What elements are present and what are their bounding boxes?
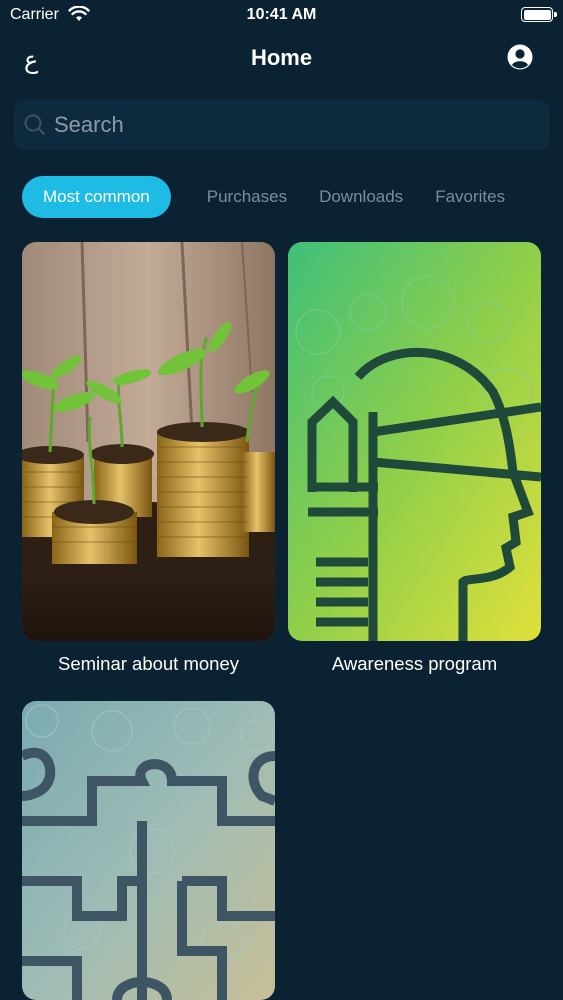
status-time: 10:41 AM [246,6,317,23]
page-title: Home [250,45,313,70]
card-title: Awareness program [331,653,498,674]
tab-purchases[interactable]: Purchases [207,176,287,218]
tab-most-common[interactable]: Most common [22,176,171,218]
card-image-coins-seedlings[interactable] [22,242,275,641]
card-title: Seminar about money [58,653,239,674]
category-tabs: Most common Purchases Downloads Favorites [22,176,563,220]
tab-favorites[interactable]: Favorites [435,176,505,218]
search-icon [24,114,46,136]
profile-icon[interactable] [507,44,533,70]
card-image-puzzle-pattern[interactable] [22,701,275,1000]
card-image-head-profile[interactable] [288,242,541,641]
tab-downloads[interactable]: Downloads [319,176,403,218]
status-bar: Carrier 10:41 AM [0,0,563,30]
search-input[interactable] [54,112,534,138]
navigation-bar: ع Home [0,36,563,80]
course-card[interactable] [22,701,275,1000]
course-card[interactable]: Awareness program [288,242,541,675]
battery-icon [521,7,557,22]
search-bar [14,100,550,150]
course-card[interactable]: Seminar about money [22,242,275,675]
